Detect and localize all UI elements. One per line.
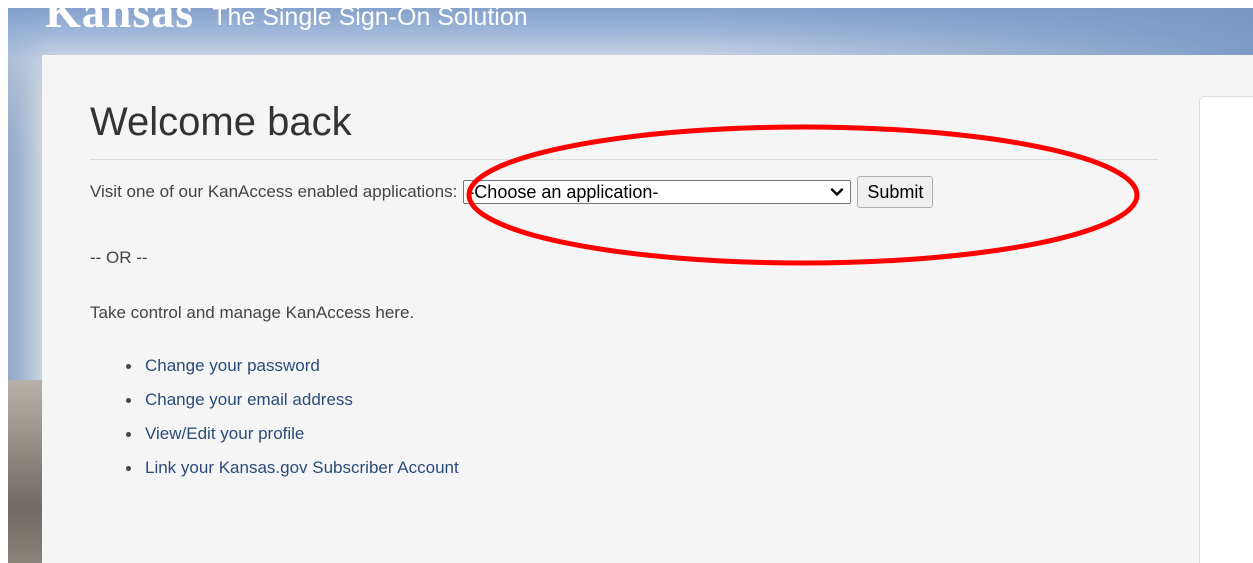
chevron-down-icon	[831, 188, 844, 196]
link-subscriber-account-link[interactable]: Link your Kansas.gov Subscriber Account	[145, 458, 459, 477]
manage-account-text: Take control and manage KanAccess here.	[90, 303, 415, 322]
bullet-icon	[126, 466, 131, 471]
sidebar-panel	[1199, 96, 1253, 563]
application-picker-row: Visit one of our KanAccess enabled appli…	[90, 176, 934, 208]
title-divider	[90, 159, 1158, 160]
visit-applications-label: Visit one of our KanAccess enabled appli…	[90, 182, 458, 201]
change-password-link[interactable]: Change your password	[145, 356, 320, 375]
site-header: Kansas The Single Sign-On Solution	[45, 0, 528, 35]
list-item: Link your Kansas.gov Subscriber Account	[0, 456, 459, 490]
list-item: Change your email address	[0, 388, 459, 422]
submit-button[interactable]: Submit	[857, 176, 934, 208]
brand-tagline: The Single Sign-On Solution	[212, 3, 528, 31]
application-select[interactable]: -Choose an application-	[463, 180, 852, 204]
change-email-link[interactable]: Change your email address	[145, 390, 353, 409]
page-title: Welcome back	[90, 100, 352, 144]
edit-profile-link[interactable]: View/Edit your profile	[145, 424, 304, 443]
or-separator: -- OR --	[90, 248, 148, 267]
bullet-icon	[126, 398, 131, 403]
application-select-value: -Choose an application-	[468, 181, 659, 202]
background-sky	[700, 0, 1253, 55]
bullet-icon	[126, 364, 131, 369]
list-item: View/Edit your profile	[0, 422, 459, 456]
bullet-icon	[126, 432, 131, 437]
kansas-logo[interactable]: Kansas	[45, 0, 194, 35]
list-item: Change your password	[0, 354, 459, 388]
account-links-list: Change your password Change your email a…	[0, 354, 459, 490]
